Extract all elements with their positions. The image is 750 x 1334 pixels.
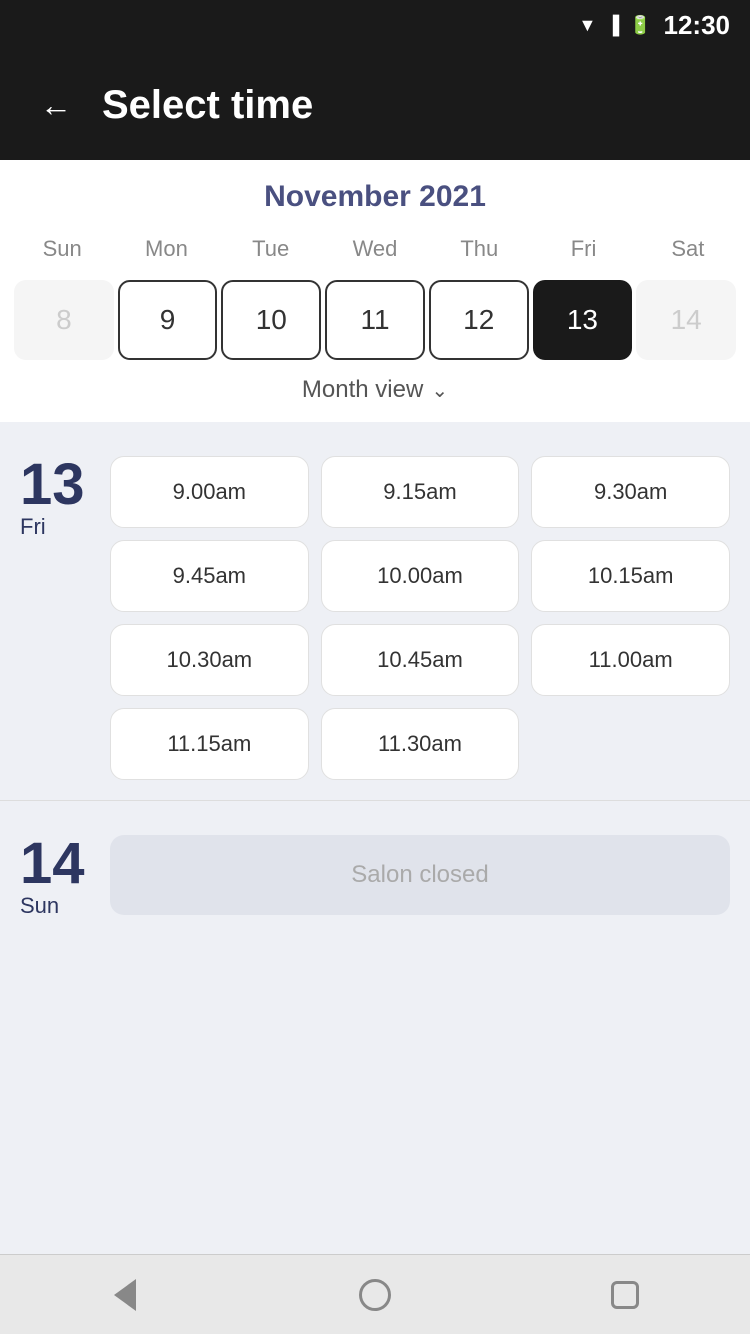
day-14-number: 14 [20, 835, 85, 893]
status-bar: ▼ ▐ 🔋 12:30 [0, 0, 750, 50]
day-14-name: Sun [20, 893, 59, 919]
home-circle-icon [359, 1279, 391, 1311]
day-13-header: 13 Fri [20, 456, 100, 780]
weekday-sat: Sat [636, 230, 740, 268]
slot-1000am[interactable]: 10.00am [321, 540, 520, 612]
date-11[interactable]: 11 [325, 280, 425, 360]
date-12[interactable]: 12 [429, 280, 529, 360]
header: ← Select time [0, 50, 750, 160]
slot-915am[interactable]: 9.15am [321, 456, 520, 528]
date-14[interactable]: 14 [636, 280, 736, 360]
weekday-thu: Thu [427, 230, 531, 268]
signal-icon: ▐ [606, 15, 619, 36]
slot-1115am[interactable]: 11.15am [110, 708, 309, 780]
back-button[interactable]: ← [30, 77, 82, 134]
day-14-header: 14 Sun [20, 835, 100, 919]
date-row: 8 9 10 11 12 13 14 [10, 276, 740, 364]
day-14-body: 14 Sun Salon closed [20, 835, 730, 919]
weekday-header: Sun Mon Tue Wed Thu Fri Sat [10, 230, 740, 268]
bottom-nav [0, 1254, 750, 1334]
day-14-section: 14 Sun Salon closed [0, 800, 750, 939]
weekday-fri: Fri [531, 230, 635, 268]
salon-closed-label: Salon closed [110, 835, 730, 915]
day-13-slots-grid: 9.00am 9.15am 9.30am 9.45am 10.00am 10.1… [110, 456, 730, 780]
back-triangle-icon [114, 1279, 136, 1311]
status-icons: ▼ ▐ 🔋 [578, 15, 651, 36]
nav-recents-button[interactable] [600, 1270, 650, 1320]
weekday-tue: Tue [219, 230, 323, 268]
slot-1045am[interactable]: 10.45am [321, 624, 520, 696]
slots-section: 13 Fri 9.00am 9.15am 9.30am 9.45am 10.00… [0, 422, 750, 1254]
day-13-section: 13 Fri 9.00am 9.15am 9.30am 9.45am 10.00… [0, 422, 750, 800]
nav-back-button[interactable] [100, 1270, 150, 1320]
battery-icon: 🔋 [629, 15, 651, 36]
slot-930am[interactable]: 9.30am [531, 456, 730, 528]
slot-945am[interactable]: 9.45am [110, 540, 309, 612]
day-13-name: Fri [20, 514, 46, 540]
slot-1130am[interactable]: 11.30am [321, 708, 520, 780]
weekday-wed: Wed [323, 230, 427, 268]
calendar-section: November 2021 Sun Mon Tue Wed Thu Fri Sa… [0, 160, 750, 422]
slot-1015am[interactable]: 10.15am [531, 540, 730, 612]
day-13-number: 13 [20, 456, 85, 514]
day-13-body: 13 Fri 9.00am 9.15am 9.30am 9.45am 10.00… [20, 456, 730, 780]
date-9[interactable]: 9 [118, 280, 218, 360]
date-10[interactable]: 10 [221, 280, 321, 360]
date-13[interactable]: 13 [533, 280, 633, 360]
nav-home-button[interactable] [350, 1270, 400, 1320]
slot-1030am[interactable]: 10.30am [110, 624, 309, 696]
page-title: Select time [102, 83, 313, 128]
wifi-icon: ▼ [578, 15, 596, 36]
date-8[interactable]: 8 [14, 280, 114, 360]
month-view-label: Month view [302, 376, 423, 404]
month-view-toggle[interactable]: Month view ⌄ [10, 364, 740, 412]
slot-1100am[interactable]: 11.00am [531, 624, 730, 696]
month-year-label: November 2021 [10, 180, 740, 214]
status-time: 12:30 [664, 10, 731, 41]
weekday-sun: Sun [10, 230, 114, 268]
recents-square-icon [611, 1281, 639, 1309]
chevron-down-icon: ⌄ [431, 378, 448, 403]
weekday-mon: Mon [114, 230, 218, 268]
slot-900am[interactable]: 9.00am [110, 456, 309, 528]
